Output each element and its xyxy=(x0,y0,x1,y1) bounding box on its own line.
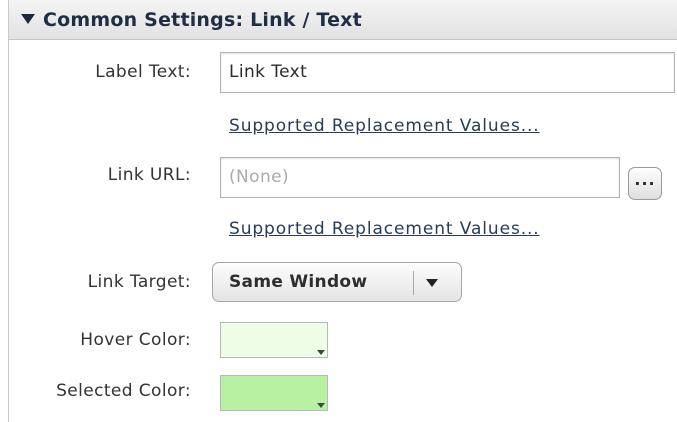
link-url-input[interactable]: (None) xyxy=(220,157,620,198)
label-text-input[interactable]: Link Text xyxy=(220,52,675,93)
dropdown-corner-icon xyxy=(317,350,325,355)
collapse-triangle-icon[interactable] xyxy=(21,14,35,24)
link-url-replacement-link[interactable]: Supported Replacement Values... xyxy=(229,219,540,239)
dropdown-corner-icon xyxy=(317,403,325,408)
label-text-label: Label Text: xyxy=(95,62,191,82)
link-target-label: Link Target: xyxy=(87,272,191,292)
select-divider xyxy=(413,271,414,295)
link-url-label: Link URL: xyxy=(107,165,191,185)
hover-color-label: Hover Color: xyxy=(80,330,191,350)
hover-color-swatch[interactable] xyxy=(220,322,328,358)
chevron-down-icon xyxy=(426,279,438,287)
link-target-value: Same Window xyxy=(229,272,368,292)
label-text-replacement-link[interactable]: Supported Replacement Values... xyxy=(229,116,540,136)
selected-color-swatch[interactable] xyxy=(220,375,328,411)
link-url-browse-button[interactable]: ... xyxy=(628,167,662,200)
selected-color-label: Selected Color: xyxy=(56,381,191,401)
link-target-select[interactable]: Same Window xyxy=(212,262,462,302)
section-header[interactable]: Common Settings: Link / Text xyxy=(9,0,677,40)
section-title: Common Settings: Link / Text xyxy=(43,9,362,31)
